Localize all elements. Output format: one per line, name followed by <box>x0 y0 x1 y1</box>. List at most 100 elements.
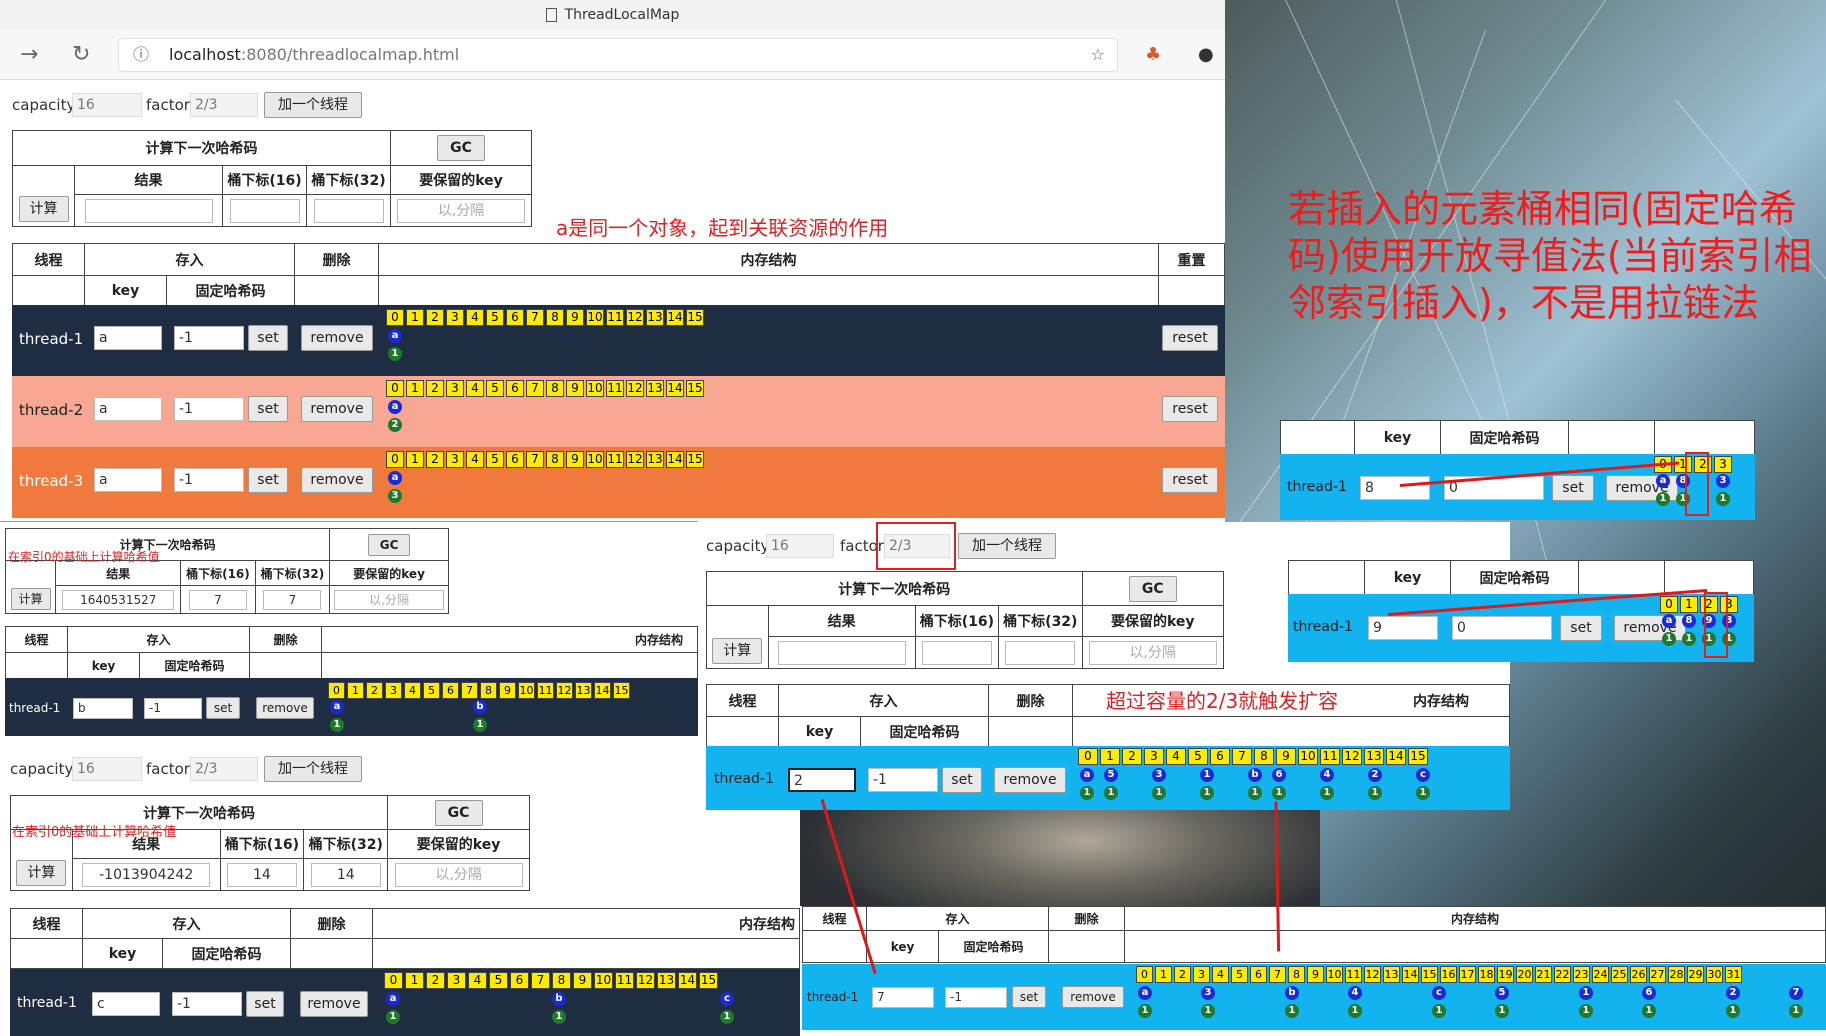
fixed-hash-input[interactable]: -1 <box>174 397 244 421</box>
factor-input[interactable]: 2/3 <box>190 93 258 117</box>
bucket-index-23: 23 <box>1573 966 1590 983</box>
snippet-resized-key-input[interactable]: 7 <box>872 987 934 1008</box>
key-input[interactable]: a <box>94 326 162 350</box>
snippet-c-b32-input[interactable]: 14 <box>310 862 381 887</box>
right-bottom-set-button[interactable]: set <box>1560 615 1602 641</box>
forward-icon[interactable]: → <box>20 42 38 67</box>
snippet-resize-set-button[interactable]: set <box>942 767 982 793</box>
key-input[interactable]: a <box>94 468 162 492</box>
entry-thread-circle: 1 <box>1716 492 1730 506</box>
gc-button[interactable]: GC <box>437 135 485 161</box>
set-button[interactable]: set <box>248 467 288 493</box>
evernote-icon[interactable]: ● <box>1198 44 1214 65</box>
favorite-icon[interactable]: ☆ <box>1091 39 1105 71</box>
snippet-resized-buckets: 0 1 2 3 4 5 6 7 8 9 10 11 12 13 14 15 16 17 18 19 20 21 22 23 24… <box>1136 966 1803 1018</box>
snippet-c-add-thread-button[interactable]: 加一个线程 <box>264 756 362 782</box>
snippet-resize-key-input[interactable]: 2 <box>788 768 856 792</box>
refresh-icon[interactable]: ↻ <box>72 42 90 67</box>
snippet-resize-calc-button[interactable]: 计算 <box>712 638 763 664</box>
reset-button[interactable]: reset <box>1162 325 1218 351</box>
bucket16-input[interactable] <box>229 198 300 223</box>
right-top-highlight <box>1685 452 1709 516</box>
snippet-c-keep-header: 要保留的key <box>387 829 530 859</box>
snippet-resized-hash-input[interactable]: -1 <box>945 987 1007 1008</box>
keep-key-input[interactable]: 以,分隔 <box>397 198 525 223</box>
bucket-index-3: 3 <box>446 451 464 468</box>
remove-button[interactable]: remove <box>301 467 373 493</box>
fixed-hash-input[interactable]: -1 <box>174 326 244 350</box>
snippet-b-hash-input[interactable]: -1 <box>144 698 202 719</box>
snippet-c-set-button[interactable]: set <box>246 991 284 1017</box>
bucket-index-6: 6 <box>510 972 529 989</box>
snippet-c-factor-input[interactable]: 2/3 <box>190 757 258 781</box>
bucket-index-3: 3 <box>446 380 464 397</box>
bucket-index-8: 8 <box>546 380 564 397</box>
snippet-resize-remove-button[interactable]: remove <box>994 767 1066 793</box>
entry-key-circle: a <box>388 329 402 343</box>
fixed-hash-input[interactable]: -1 <box>174 468 244 492</box>
snippet-resize-b16-input[interactable] <box>921 640 992 665</box>
snippet-b-b16-input[interactable]: 7 <box>188 589 247 610</box>
key-input[interactable]: a <box>94 397 162 421</box>
set-button[interactable]: set <box>248 325 288 351</box>
url-field[interactable]: ⓘ localhost:8080/threadlocalmap.html ☆ <box>118 38 1118 72</box>
snippet-c-remove-button[interactable]: remove <box>300 991 368 1017</box>
snippet-c-calc-button[interactable]: 计算 <box>16 860 67 886</box>
reset-button[interactable]: reset <box>1162 467 1218 493</box>
snippet-c-gc-button[interactable]: GC <box>434 799 483 826</box>
right-top-table: key 固定哈希码 <box>1280 420 1755 455</box>
snippet-resize-add-thread-button[interactable]: 加一个线程 <box>958 533 1056 559</box>
bucket-index-14: 14 <box>666 380 684 397</box>
right-top-key-input[interactable]: 8 <box>1360 476 1430 500</box>
snippet-c-gc-cell: GC <box>387 795 530 830</box>
snippet-c-key-input[interactable]: c <box>92 992 160 1016</box>
snippet-b-th-hash: 固定哈希码 <box>139 652 250 679</box>
snippet-resize-b32-input[interactable] <box>1005 640 1076 665</box>
snippet-b-keep-input[interactable]: 以,分隔 <box>334 589 445 610</box>
snippet-b-key-input[interactable]: b <box>73 698 133 719</box>
entry-key-circle: 5 <box>1495 986 1509 1000</box>
right-bottom-key-input[interactable]: 9 <box>1368 616 1438 640</box>
snippet-resize-gc-button[interactable]: GC <box>1128 575 1177 602</box>
extension-icon[interactable]: ♣ <box>1145 44 1161 65</box>
remove-button[interactable]: remove <box>301 396 373 422</box>
remove-button[interactable]: remove <box>301 325 373 351</box>
right-top-set-button[interactable]: set <box>1552 475 1594 501</box>
capacity-input[interactable]: 16 <box>72 93 142 117</box>
snippet-resized-remove-button[interactable]: remove <box>1062 986 1124 1008</box>
right-bottom-hash-input[interactable]: 0 <box>1452 616 1552 640</box>
snippet-b-set-button[interactable]: set <box>206 697 240 719</box>
bucket-index-8: 8 <box>546 309 564 326</box>
calc-button[interactable]: 计算 <box>18 196 69 222</box>
snippet-resize-result-input[interactable] <box>777 640 906 665</box>
snippet-c-keep-input[interactable]: 以,分隔 <box>394 862 523 887</box>
bucket32-input[interactable] <box>313 198 384 223</box>
add-thread-button[interactable]: 加一个线程 <box>264 92 362 118</box>
snippet-c-result-input[interactable]: -1013904242 <box>82 862 211 887</box>
snippet-b-gc-button[interactable]: GC <box>368 533 411 556</box>
bucket-index-4: 4 <box>1166 748 1186 765</box>
snippet-resize-hash-input[interactable]: -1 <box>868 768 938 792</box>
snippet-resize-th-store: 存入 <box>778 684 989 717</box>
snippet-c-b16-input[interactable]: 14 <box>226 862 297 887</box>
snippet-c-note: 在索引0的基础上计算哈希值 <box>12 825 177 840</box>
snippet-c-b32-cell: 14 <box>303 858 389 891</box>
snippet-c-calc-table: 计算下一次哈希码 GC 计算 结果 桶下标(16) 桶下标(32) 要保留的key -10… <box>9 795 530 891</box>
calc-cell: 计算 <box>12 165 75 227</box>
snippet-c-capacity-input[interactable]: 16 <box>72 757 142 781</box>
snippet-resize-capacity-input[interactable]: 16 <box>766 534 834 558</box>
snippet-resized-set-button[interactable]: set <box>1012 986 1046 1008</box>
bucket-index-10: 10 <box>586 380 604 397</box>
snippet-b-b32-input[interactable]: 7 <box>263 589 322 610</box>
result-input[interactable] <box>84 198 213 223</box>
snippet-resize-keep-input[interactable]: 以,分隔 <box>1088 640 1217 665</box>
reset-button[interactable]: reset <box>1162 396 1218 422</box>
snippet-resize-th-thread: 线程 <box>706 684 779 717</box>
snippet-b-calc-button[interactable]: 计算 <box>10 588 51 610</box>
snippet-c-th-hash: 固定哈希码 <box>162 938 291 969</box>
snippet-c-hash-input[interactable]: -1 <box>172 992 242 1016</box>
empty-cell <box>12 275 85 306</box>
snippet-b-remove-button[interactable]: remove <box>256 697 314 719</box>
set-button[interactable]: set <box>248 396 288 422</box>
snippet-b-result-input[interactable]: 1640531527 <box>62 589 175 610</box>
